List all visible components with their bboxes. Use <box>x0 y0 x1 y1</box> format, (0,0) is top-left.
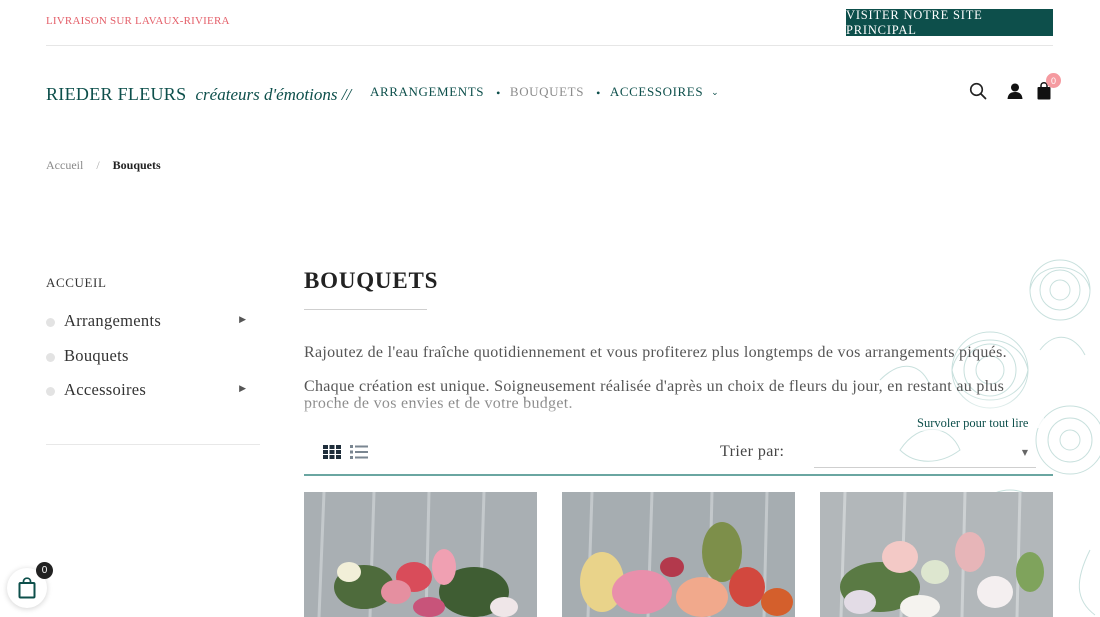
breadcrumb-separator: / <box>96 158 100 172</box>
logo-tagline: créateurs d'émotions // <box>195 85 352 104</box>
breadcrumb-current: Bouquets <box>112 158 161 172</box>
bouquet-photo <box>562 492 795 617</box>
nav-item-bouquets[interactable]: BOUQUETS <box>510 84 584 100</box>
floating-cart-count-badge: 0 <box>36 562 53 579</box>
sidebar-title[interactable]: ACCUEIL <box>46 275 107 291</box>
chevron-down-icon[interactable]: ⌄ <box>711 87 719 98</box>
sidebar-item-arrangements[interactable]: Arrangements ▶ <box>46 311 260 346</box>
list-view-icon[interactable] <box>350 445 368 459</box>
caret-right-icon[interactable]: ▶ <box>239 315 246 325</box>
bullet-icon <box>46 387 55 396</box>
visit-main-site-button[interactable]: VISITER NOTRE SITE PRINCIPAL <box>846 8 1053 37</box>
cart-count-badge: 0 <box>1046 73 1061 88</box>
bouquet-photo <box>304 492 537 617</box>
search-icon[interactable] <box>969 82 987 100</box>
sidebar-item-accessoires[interactable]: Accessoires ▶ <box>46 380 260 415</box>
bullet-icon <box>46 318 55 327</box>
sidebar-item-label: Bouquets <box>64 345 129 365</box>
breadcrumb: Accueil / Bouquets <box>46 158 161 173</box>
caret-right-icon[interactable]: ▶ <box>239 384 246 394</box>
nav-item-arrangements[interactable]: ARRANGEMENTS <box>370 84 484 100</box>
bullet-icon <box>46 352 55 362</box>
toolbar-divider <box>304 474 1053 476</box>
top-bar: LIVRAISON SUR LAVAUX-RIVIERA VISITER NOT… <box>0 0 1100 46</box>
delivery-notice: LIVRAISON SUR LAVAUX-RIVIERA <box>46 15 230 27</box>
title-underline <box>304 309 427 310</box>
site-logo[interactable]: RIEDER FLEURS créateurs d'émotions // <box>46 84 351 105</box>
sidebar-item-bouquets[interactable]: Bouquets <box>46 346 260 381</box>
product-card-image[interactable] <box>820 492 1053 617</box>
read-more-link[interactable]: Survoler pour tout lire <box>917 416 1029 431</box>
sort-label: Trier par: <box>720 443 785 460</box>
nav-separator: • <box>496 85 501 100</box>
main-nav: ARRANGEMENTS • BOUQUETS • ACCESSOIRES ⌄ <box>370 84 719 100</box>
nav-separator: • <box>596 85 601 100</box>
nav-item-accessoires[interactable]: ACCESSOIRES <box>610 84 703 100</box>
sidebar-item-label: Arrangements <box>64 311 162 330</box>
chevron-down-icon: ▼ <box>1021 448 1028 457</box>
product-card-image[interactable] <box>562 492 795 617</box>
page-title: BOUQUETS <box>304 268 439 293</box>
bouquet-photo <box>820 492 1053 617</box>
top-divider <box>46 45 1053 46</box>
breadcrumb-home-link[interactable]: Accueil <box>46 158 83 172</box>
sidebar-category-list: Arrangements ▶ Bouquets Accessoires ▶ <box>46 311 260 415</box>
product-card-image[interactable] <box>304 492 537 617</box>
grid-view-icon[interactable] <box>323 445 341 459</box>
sidebar-item-label: Accessoires <box>64 380 147 399</box>
description-paragraph: Rajoutez de l'eau fraîche quotidiennemen… <box>304 344 1007 361</box>
shopping-bag-icon <box>18 577 36 599</box>
sidebar-divider <box>46 444 260 445</box>
user-icon[interactable] <box>1006 82 1024 100</box>
sort-select[interactable]: ▼ <box>814 442 1036 468</box>
logo-brand: RIEDER FLEURS <box>46 84 187 104</box>
